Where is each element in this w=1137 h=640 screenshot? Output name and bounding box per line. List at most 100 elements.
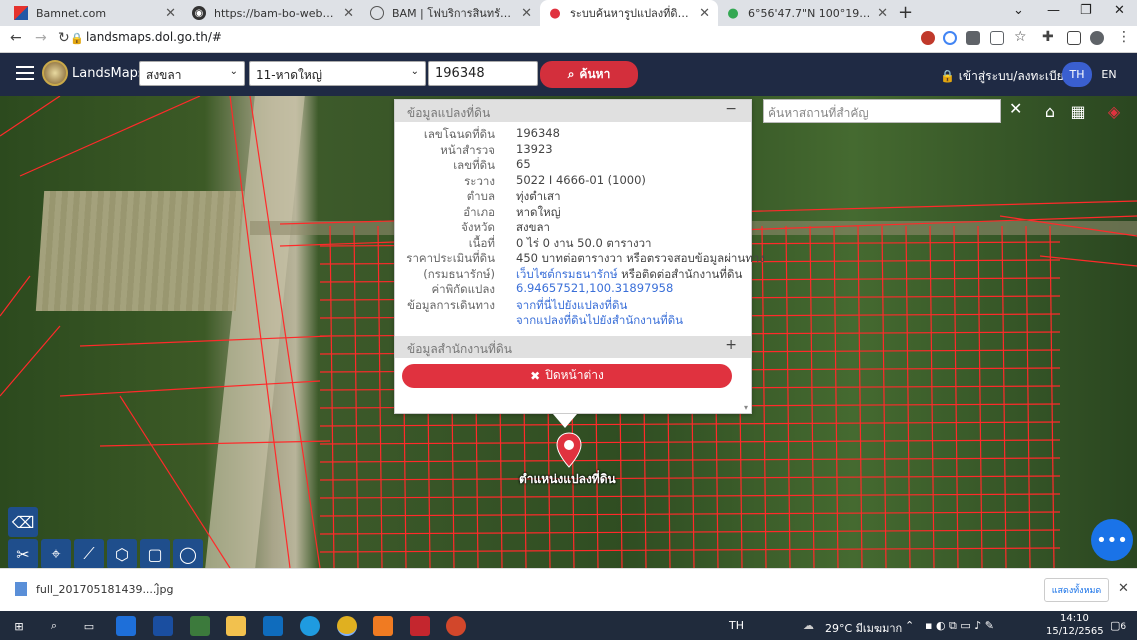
layers-icon[interactable]: ◈ — [1100, 97, 1128, 125]
polygon-tool-icon[interactable]: ⬡ — [107, 539, 137, 568]
close-icon[interactable]: ✕ — [1118, 581, 1129, 596]
parcel-info-rows: เลขโฉนดที่ดิน 196348 หน้าสำรวจ 13923 เลขที… — [395, 122, 765, 330]
pin-tool-icon[interactable]: ⌖ — [41, 539, 71, 568]
google-icon[interactable] — [943, 31, 957, 45]
outlook-icon[interactable] — [263, 616, 283, 636]
more-options-button[interactable]: ••• — [1091, 519, 1133, 561]
share-icon[interactable] — [990, 31, 1004, 45]
acrobat-icon[interactable] — [410, 616, 430, 636]
info-row: อำเภอ หาดใหญ่ — [395, 204, 751, 220]
menu-kebab-icon[interactable]: ⋮ — [1117, 29, 1131, 45]
close-tab-icon[interactable]: ✕ — [699, 6, 710, 21]
tab-bam-bo[interactable]: ◉ https://bam-bo-web-prd.bam.co ✕ — [184, 0, 362, 26]
home-icon[interactable]: ⌂ — [1036, 97, 1064, 125]
info-value: 5022 I 4666-01 (1000) — [516, 172, 646, 187]
collapse-icon[interactable]: − — [725, 101, 737, 117]
circle-tool-icon[interactable]: ◯ — [173, 539, 203, 568]
app-icon[interactable] — [373, 616, 393, 636]
task-view-icon[interactable]: ▭ — [79, 616, 99, 636]
globe-icon: ◉ — [192, 6, 206, 20]
lock-icon: 🔒 — [70, 32, 84, 45]
tab-bam-asset[interactable]: BAM | โฟบริการสินทรัพย์ด้านอสังหาริ ✕ — [362, 0, 540, 26]
input-language[interactable]: TH — [729, 619, 744, 632]
lang-th-button[interactable]: TH — [1062, 62, 1092, 87]
store-icon[interactable] — [116, 616, 136, 636]
rectangle-tool-icon[interactable]: ▢ — [140, 539, 170, 568]
coordinate-link[interactable]: 6.94657521,100.31897958 — [516, 281, 673, 295]
search-button[interactable]: ⌕ ค้นหา — [540, 61, 638, 88]
clock-date[interactable]: 15/12/2565 — [1046, 626, 1104, 637]
place-search-input[interactable]: ค้นหาสถานที่สำคัญ — [763, 99, 1001, 123]
translate-icon[interactable] — [966, 31, 980, 45]
parcel-info-header[interactable]: ข้อมูลแปลงที่ดิน − — [395, 100, 751, 122]
extension-icon[interactable] — [921, 31, 935, 45]
measure-tools-icon[interactable]: ✂ — [8, 539, 38, 568]
tab-title: Bamnet.com — [36, 6, 107, 20]
mail-icon[interactable] — [153, 616, 173, 636]
treasury-website-link[interactable]: เว็บไซต์กรมธนารักษ์ — [516, 267, 618, 281]
eraser-icon[interactable]: ⌫ — [8, 507, 38, 537]
map-pin-favicon: ● — [549, 5, 561, 21]
file-explorer-icon[interactable] — [226, 616, 246, 636]
search-icon[interactable]: ⌕ — [44, 616, 64, 636]
close-tab-icon[interactable]: ✕ — [343, 6, 354, 21]
show-all-downloads-button[interactable]: แสดงทั้งหมด — [1044, 578, 1109, 602]
close-window-icon[interactable]: ✕ — [1114, 3, 1125, 18]
close-tab-icon[interactable]: ✕ — [165, 6, 176, 21]
tray-icons[interactable]: ▪ ◐ ⧉ ▭ ♪ ✎ — [925, 619, 994, 633]
tab-search-icon[interactable]: ⌄ — [1013, 3, 1024, 18]
extensions-puzzle-icon[interactable]: ✚ — [1042, 29, 1054, 45]
forward-icon[interactable]: → — [35, 30, 47, 46]
tab-title: 6°56'47.7"N 100°19'07.7"E - Goo — [748, 6, 871, 20]
polyline-tool-icon[interactable]: ⟋ — [74, 539, 104, 568]
profile-avatar[interactable] — [1090, 31, 1104, 45]
login-link[interactable]: 🔒 เข้าสู่ระบบ/ลงทะเบียน — [940, 67, 1072, 86]
close-tab-icon[interactable]: ✕ — [521, 6, 532, 21]
notification-count: 6 — [1120, 622, 1127, 632]
new-tab-icon[interactable]: + — [898, 2, 913, 23]
chevron-up-icon[interactable]: ⌃ — [905, 619, 914, 632]
close-icon[interactable]: ✕ — [1009, 99, 1022, 118]
close-tab-icon[interactable]: ✕ — [877, 6, 888, 21]
map-view[interactable]: ค้นหาสถานที่สำคัญ ✕ ⌂ ▦ ◈ ข้อมูลแปลงที่ด… — [0, 96, 1137, 568]
reload-icon[interactable]: ↻ — [58, 30, 70, 46]
app-icon[interactable] — [190, 616, 210, 636]
windows-start-icon[interactable]: ⊞ — [9, 616, 29, 636]
edge-icon[interactable] — [300, 616, 320, 636]
side-panel-icon[interactable] — [1067, 31, 1081, 45]
minimize-icon[interactable]: — — [1047, 3, 1060, 18]
hamburger-menu-icon[interactable] — [16, 66, 34, 80]
dol-logo — [42, 60, 68, 86]
tab-bamnet[interactable]: Bamnet.com ✕ — [6, 0, 184, 26]
tab-landsmaps[interactable]: ● ระบบค้นหารูปแปลงที่ดิน (LandsMaps ✕ — [540, 0, 718, 26]
back-icon[interactable]: ← — [10, 30, 22, 46]
map-marker-icon[interactable] — [556, 432, 582, 468]
image-file-icon — [15, 582, 27, 596]
expand-icon[interactable]: + — [725, 337, 737, 353]
directions-to-office-link[interactable]: จากแปลงที่ดินไปยังสำนักงานที่ดิน — [516, 312, 683, 330]
info-row: (กรมธนารักษ์) เว็บไซต์กรมธนารักษ์ หรือติ… — [395, 266, 751, 282]
chevron-up-icon[interactable]: ⌃ — [152, 581, 161, 594]
close-icon: ✖ — [530, 368, 541, 383]
bookmark-star-icon[interactable]: ☆ — [1014, 29, 1027, 45]
province-select[interactable]: สงขลา ⌄ — [139, 61, 245, 86]
chrome-icon[interactable] — [337, 616, 357, 636]
district-select[interactable]: 11-หาดใหญ่ ⌄ — [249, 61, 426, 86]
powerpoint-icon[interactable] — [446, 616, 466, 636]
globe-icon — [370, 6, 384, 20]
close-window-button[interactable]: ✖ ปิดหน้าต่าง — [402, 363, 732, 388]
tab-title: ระบบค้นหารูปแปลงที่ดิน (LandsMaps — [570, 7, 693, 20]
maximize-icon[interactable]: ❐ — [1080, 3, 1092, 18]
weather-text[interactable]: 29°C มีเมฆมาก — [825, 619, 902, 637]
parcel-number-input[interactable]: 196348 — [428, 61, 538, 86]
tab-google-maps[interactable]: ● 6°56'47.7"N 100°19'07.7"E - Goo ✕ — [718, 0, 896, 26]
clock-time[interactable]: 14:10 — [1060, 613, 1089, 624]
url-field[interactable]: landsmaps.dol.go.th/# — [86, 30, 222, 44]
grid-icon[interactable]: ▦ — [1064, 97, 1092, 125]
notifications-icon[interactable]: ▢6 — [1110, 619, 1126, 632]
scroll-down-icon[interactable]: ▾ — [744, 403, 748, 412]
office-info-header[interactable]: ข้อมูลสำนักงานที่ดิน + — [395, 335, 751, 358]
lock-icon: 🔒 — [940, 69, 955, 83]
lang-en-button[interactable]: EN — [1094, 62, 1124, 87]
close-button-label: ปิดหน้าต่าง — [545, 368, 604, 382]
